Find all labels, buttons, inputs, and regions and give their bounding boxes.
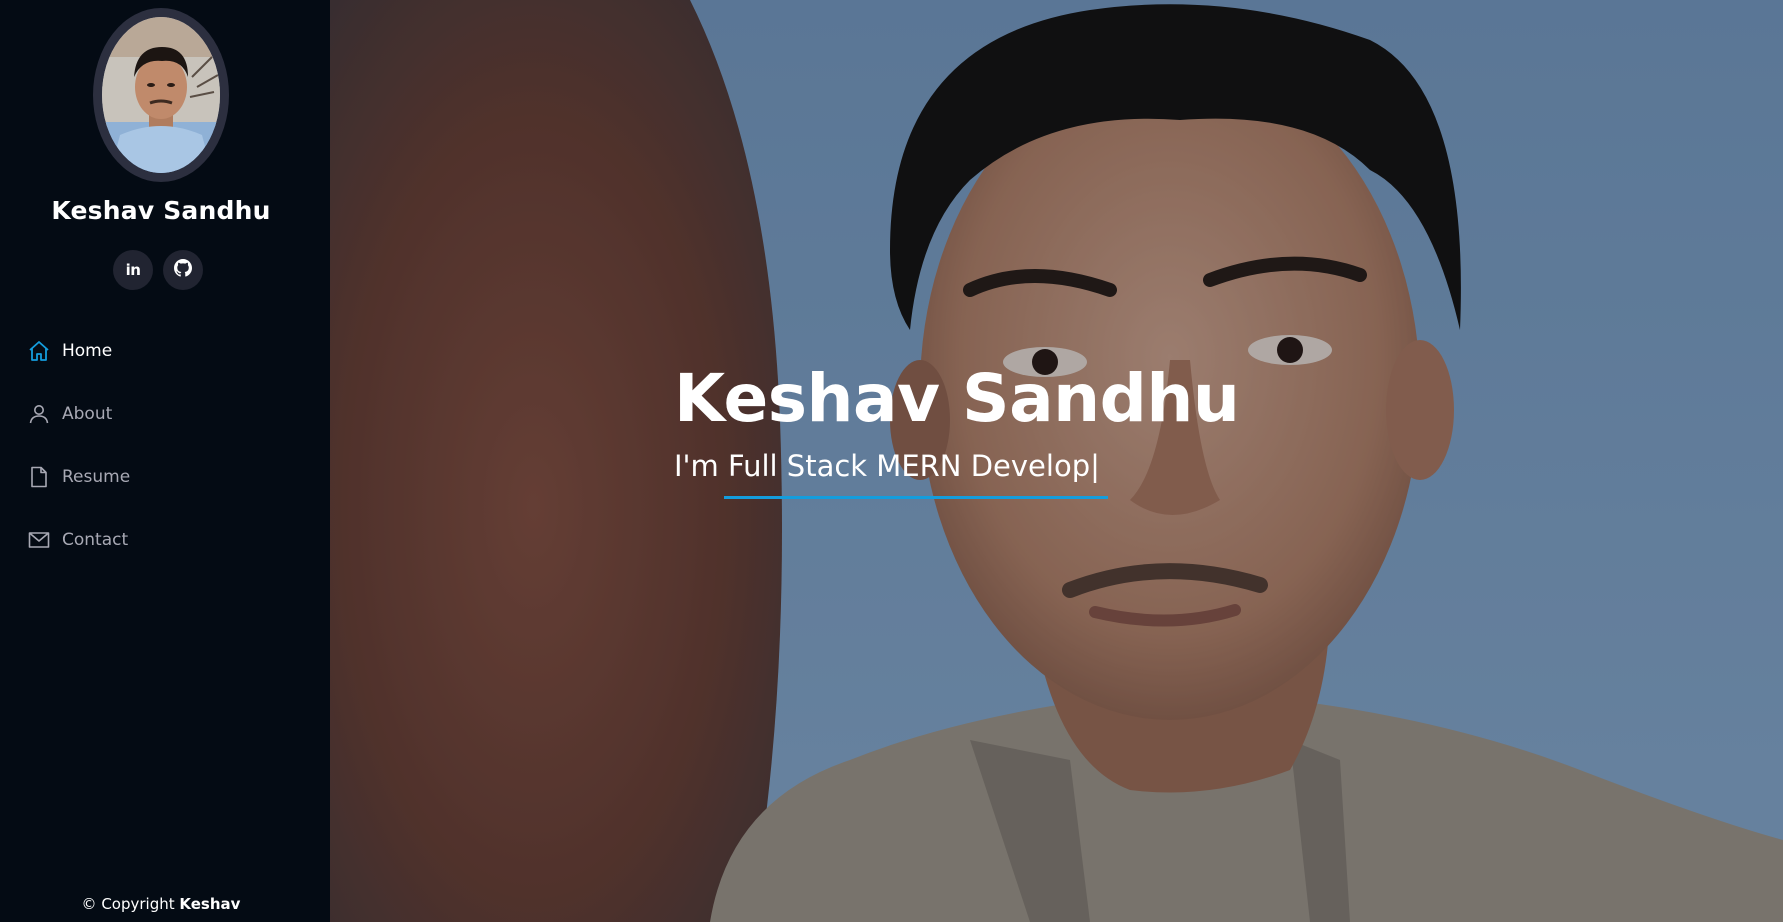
profile-avatar-frame [93, 8, 229, 182]
linkedin-icon: in [125, 261, 141, 279]
profile-name: Keshav Sandhu [51, 196, 271, 225]
copyright-name: Keshav [179, 895, 241, 913]
portfolio-page: Keshav Sandhu in Home About Resume Conta… [0, 0, 1783, 922]
nav-item-resume[interactable]: Resume [26, 460, 130, 494]
hero-subtitle: I'm Full Stack MERN Develop| [674, 449, 1100, 483]
sidebar: Keshav Sandhu in Home About Resume Conta… [0, 0, 330, 922]
profile-avatar [102, 17, 220, 173]
github-link[interactable] [163, 250, 203, 290]
github-icon [174, 258, 192, 282]
hero-title: Keshav Sandhu [674, 360, 1240, 437]
person-icon [26, 401, 52, 427]
nav-label-contact: Contact [62, 530, 129, 550]
nav-item-about[interactable]: About [26, 397, 112, 431]
nav-label-resume: Resume [62, 467, 131, 487]
nav-label-about: About [62, 404, 113, 424]
hero-subtitle-underline [724, 496, 1108, 499]
copyright: © Copyright Keshav [0, 895, 322, 913]
home-icon [26, 338, 52, 364]
envelope-icon [26, 527, 52, 553]
nav-label-home: Home [62, 341, 113, 361]
hero-section: Keshav Sandhu I'm Full Stack MERN Develo… [330, 0, 1783, 922]
file-icon [26, 464, 52, 490]
copyright-prefix: © Copyright [81, 895, 175, 913]
nav-item-home[interactable]: Home [26, 334, 112, 368]
nav-item-contact[interactable]: Contact [26, 523, 128, 557]
linkedin-link[interactable]: in [113, 250, 153, 290]
